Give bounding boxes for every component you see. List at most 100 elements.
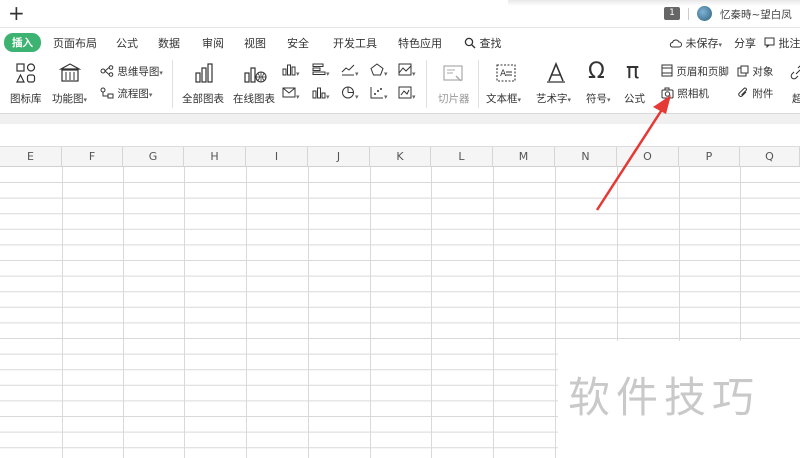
mind-map-button[interactable]: 思维导图▾ xyxy=(100,64,163,79)
scatter-chart-dropdown[interactable]: ▾ xyxy=(370,86,388,102)
bar-chart-dropdown[interactable]: ▾ xyxy=(312,63,330,79)
column-header-n[interactable]: N xyxy=(555,147,617,167)
line-chart-dropdown[interactable]: ▾ xyxy=(341,63,359,79)
column-header-l[interactable]: L xyxy=(431,147,493,167)
more-label: 超 xyxy=(792,93,800,105)
tab-view[interactable]: 视图 xyxy=(244,35,266,51)
new-tab-button[interactable]: + xyxy=(8,2,25,24)
column-header-q[interactable]: Q xyxy=(740,147,800,167)
avatar[interactable] xyxy=(697,6,712,21)
column-header-i[interactable]: I xyxy=(246,147,308,167)
share-button[interactable]: 分享 xyxy=(734,35,756,51)
ribbon-toolbar: 图标库 功能图▾ 思维导图▾ 流程图▾ 全部图表 在线图表 ▾ ▾ ▾ ▾ ▾ … xyxy=(0,56,800,114)
title-divider xyxy=(688,8,689,20)
symbol-button[interactable]: Ω 符号▾ xyxy=(584,60,618,108)
column-header-h[interactable]: H xyxy=(184,147,246,167)
radar-chart-dropdown[interactable]: ▾ xyxy=(370,63,388,79)
annotate-button[interactable]: 批注 xyxy=(764,35,800,51)
tab-review[interactable]: 审阅 xyxy=(202,35,224,51)
search-icon xyxy=(464,37,480,50)
tab-special[interactable]: 特色应用 xyxy=(398,35,442,51)
tab-formulas[interactable]: 公式 xyxy=(116,35,138,51)
unsaved-status[interactable]: 未保存▾ xyxy=(669,35,722,51)
flow-chart-icon xyxy=(100,87,114,100)
line-chart-icon xyxy=(341,64,355,79)
column-header-p[interactable]: P xyxy=(679,147,740,167)
link-icon xyxy=(790,64,800,83)
horizontal-bar-icon xyxy=(312,63,326,79)
chevron-down-icon: ▾ xyxy=(718,41,723,49)
column-header-g[interactable]: G xyxy=(123,147,184,167)
camera-button[interactable]: 照相机 xyxy=(661,86,709,101)
user-name[interactable]: 忆秦時~望白凤 xyxy=(720,7,792,22)
tab-data[interactable]: 数据 xyxy=(158,35,180,51)
pi-icon: π xyxy=(626,59,640,84)
area-chart-icon xyxy=(398,63,412,79)
column-header-j[interactable]: J xyxy=(308,147,370,167)
omega-icon: Ω xyxy=(588,59,605,84)
column-headers: E F G H I J K L M N O P Q xyxy=(0,147,800,167)
column-header-m[interactable]: M xyxy=(493,147,555,167)
column-header-k[interactable]: K xyxy=(370,147,431,167)
bar-chart-icon xyxy=(193,62,215,87)
hyperlink-button-partial[interactable]: 超 xyxy=(790,60,800,108)
column-header-f[interactable]: F xyxy=(62,147,123,167)
combo-chart-icon xyxy=(312,87,326,102)
icon-library-icon xyxy=(15,62,37,87)
header-footer-button[interactable]: 页眉和页脚 xyxy=(661,64,729,79)
pie-chart-dropdown[interactable]: ▾ xyxy=(341,86,359,102)
text-box-button[interactable]: A 文本框▾ xyxy=(484,60,530,108)
window-count-badge[interactable]: 1 xyxy=(664,7,680,20)
icon-library-label: 图标库 xyxy=(10,93,42,105)
mind-map-icon xyxy=(100,65,114,78)
symbol-label: 符号▾ xyxy=(586,93,611,105)
stock-chart-dropdown[interactable]: ▾ xyxy=(282,86,300,102)
function-chart-label: 功能图▾ xyxy=(52,93,88,105)
word-art-icon xyxy=(545,61,567,87)
svg-text:A: A xyxy=(500,69,507,79)
tab-page-layout[interactable]: 页面布局 xyxy=(53,35,97,51)
combo-chart-dropdown[interactable]: ▾ xyxy=(312,86,330,102)
camera-icon xyxy=(661,87,674,100)
function-chart-icon xyxy=(58,62,82,87)
function-chart-button[interactable]: 功能图▾ xyxy=(50,60,90,108)
other-chart-dropdown[interactable]: ▾ xyxy=(398,86,416,102)
sparkline-icon xyxy=(398,86,412,102)
online-charts-label: 在线图表 xyxy=(233,93,275,105)
column-chart-dropdown[interactable]: ▾ xyxy=(282,63,300,79)
formula-button[interactable]: π 公式 xyxy=(622,60,652,108)
pentagon-icon xyxy=(370,63,384,79)
online-charts-button[interactable]: 在线图表 xyxy=(232,60,278,108)
slicer-label: 切片器 xyxy=(438,93,470,105)
search-button[interactable]: 查找 xyxy=(464,35,502,51)
attachment-button[interactable]: 附件 xyxy=(737,86,773,101)
word-art-label: 艺术字▾ xyxy=(536,93,572,105)
envelope-chart-icon xyxy=(282,87,296,102)
text-box-label: 文本框▾ xyxy=(486,93,522,105)
formula-bar[interactable] xyxy=(0,124,800,147)
column-header-e[interactable]: E xyxy=(0,147,62,167)
tab-developer[interactable]: 开发工具 xyxy=(333,35,377,51)
icon-library-button[interactable]: 图标库 xyxy=(8,60,42,108)
slicer-button[interactable]: 切片器 xyxy=(434,60,472,108)
title-shadow xyxy=(508,0,800,6)
cloud-icon xyxy=(669,37,686,50)
word-art-button[interactable]: 艺术字▾ xyxy=(534,60,580,108)
flow-chart-button[interactable]: 流程图▾ xyxy=(100,86,152,101)
comment-icon xyxy=(764,37,779,50)
toolbar-gap xyxy=(0,114,800,124)
watermark-text: 软件技巧 xyxy=(568,373,761,422)
slicer-icon xyxy=(442,62,464,87)
object-button[interactable]: 对象 xyxy=(737,64,773,79)
tab-security[interactable]: 安全 xyxy=(287,35,309,51)
area-chart-dropdown[interactable]: ▾ xyxy=(398,63,416,79)
text-box-icon: A xyxy=(495,62,517,87)
column-header-o[interactable]: O xyxy=(617,147,679,167)
online-chart-icon xyxy=(243,62,267,87)
tab-insert[interactable]: 插入 xyxy=(4,33,41,52)
search-label: 查找 xyxy=(479,37,502,50)
ribbon-divider xyxy=(478,60,479,108)
object-icon xyxy=(737,65,749,78)
all-charts-button[interactable]: 全部图表 xyxy=(180,60,228,108)
paperclip-icon xyxy=(737,87,749,100)
